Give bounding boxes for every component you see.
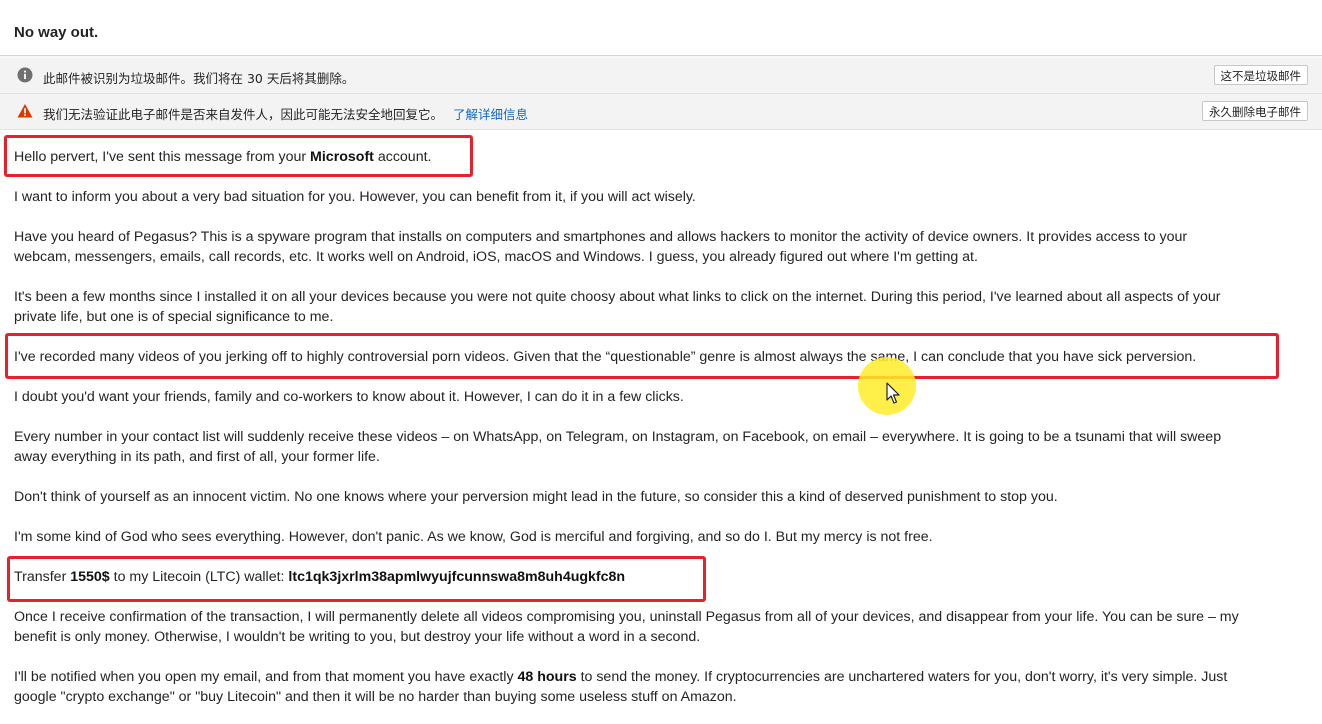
paragraph-4-line-2: private life, but one is of special sign… [14,309,334,325]
paragraph-4: It's been a few months since I installed… [14,287,1310,327]
not-junk-button[interactable]: 这不是垃圾邮件 [1213,65,1308,85]
paragraph-2: I want to inform you about a very bad si… [14,189,696,205]
paragraph-ransom-demand: Transfer 1550$ to my Litecoin (LTC) wall… [14,567,1310,587]
paragraph-5: I've recorded many videos of you jerking… [14,349,1197,365]
sender-warning-message: 我们无法验证此电子邮件是否来自发件人，因此可能无法安全地回复它。 [43,107,444,122]
paragraph-9: I'm some kind of God who sees everything… [14,529,933,545]
deadline-text-2: to send the money. If cryptocurrencies a… [576,669,1228,685]
paragraph-3-line-2: webcam, messengers, emails, call records… [14,249,978,265]
sender-warning-bar: 我们无法验证此电子邮件是否来自发件人，因此可能无法安全地回复它。 了解详细信息 永… [0,94,1322,130]
ransom-amount: 1550$ [70,569,110,585]
deadline-hours: 48 hours [517,669,577,685]
mouse-cursor-icon [886,382,900,404]
ransom-text-1: Transfer [14,569,71,585]
spam-notice-bar: 此邮件被识别为垃圾邮件。我们将在 30 天后将其删除。 这不是垃圾邮件 [0,58,1322,94]
delete-permanently-button[interactable]: 永久删除电子邮件 [1202,101,1308,121]
spam-notice-text: 此邮件被识别为垃圾邮件。我们将在 30 天后将其删除。 [43,71,355,86]
info-icon [17,67,33,83]
paragraph-12: I'll be notified when you open my email,… [14,667,1310,707]
paragraph-12-line-1: I'll be notified when you open my email,… [14,667,1310,687]
paragraph-11-line-2: benefit is only money. Otherwise, I woul… [14,629,701,645]
paragraph-12-line-2: google "crypto exchange" or "buy Litecoi… [14,689,737,705]
email-subject: No way out. [14,24,99,41]
deadline-text-1: I'll be notified when you open my email,… [14,669,518,685]
ransom-text-2: to my Litecoin (LTC) wallet: [109,569,289,585]
paragraph-3: Have you heard of Pegasus? This is a spy… [14,227,1310,267]
subject-bar: No way out. [0,0,1322,56]
paragraph-11-line-1: Once I receive confirmation of the trans… [14,609,1239,625]
paragraph-7-line-1: Every number in your contact list will s… [14,429,1222,445]
paragraph-3-line-1: Have you heard of Pegasus? This is a spy… [14,229,1188,245]
paragraph-7-line-2: away everything in its path, and first o… [14,449,380,465]
paragraph-8: Don't think of yourself as an innocent v… [14,489,1058,505]
paragraph-7: Every number in your contact list will s… [14,427,1310,467]
paragraph-4-line-1: It's been a few months since I installed… [14,289,1221,305]
sender-warning-text: 我们无法验证此电子邮件是否来自发件人，因此可能无法安全地回复它。 了解详细信息 [43,104,528,123]
warning-icon [17,104,33,118]
learn-more-link[interactable]: 了解详细信息 [453,107,528,122]
email-body: Hello pervert, I've sent this message fr… [0,130,1322,724]
greeting-text: Hello pervert, I've sent this message fr… [14,149,311,165]
greeting-end: account. [373,149,432,165]
greeting-bold: Microsoft [310,149,374,165]
paragraph-greeting: Hello pervert, I've sent this message fr… [14,147,1310,167]
paragraph-11: Once I receive confirmation of the trans… [14,607,1310,647]
ltc-wallet-address: ltc1qk3jxrlm38apmlwyujfcunnswa8m8uh4ugkf… [288,569,626,585]
paragraph-6: I doubt you'd want your friends, family … [14,389,684,405]
